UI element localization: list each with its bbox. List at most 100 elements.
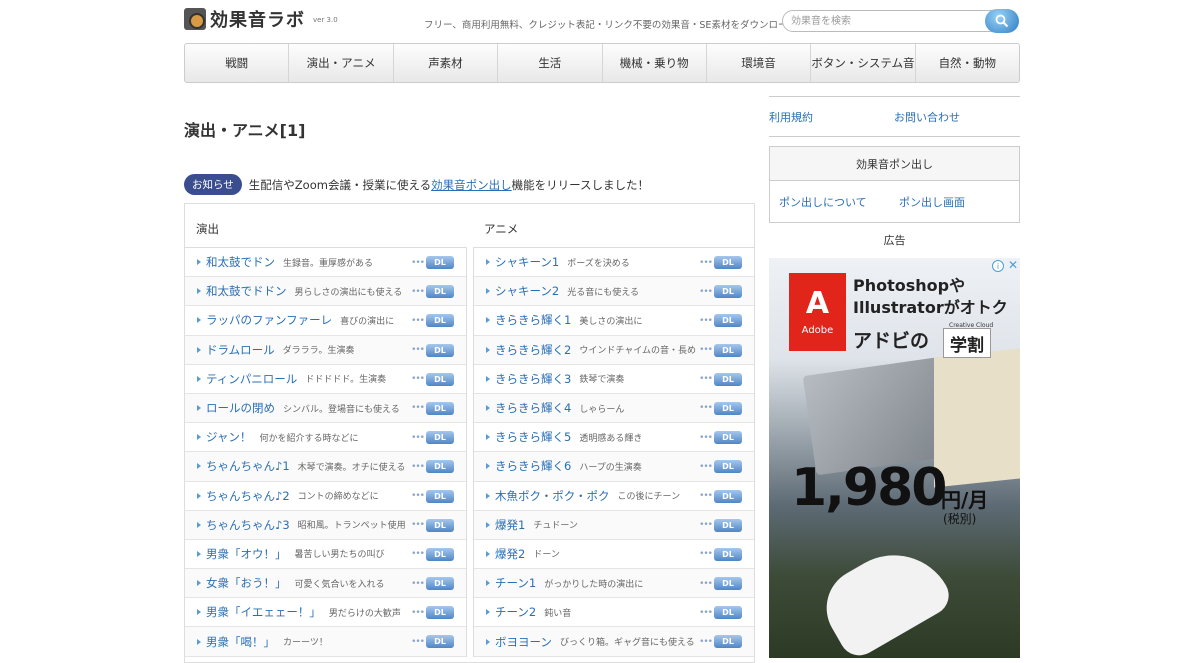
page-title: 演出・アニメ[1] — [184, 121, 306, 140]
download-button[interactable]: ••• DL — [411, 343, 454, 357]
ad-price-unit: 円/月 — [941, 488, 989, 512]
search-input[interactable] — [791, 11, 981, 31]
download-button[interactable]: ••• DL — [699, 547, 742, 561]
download-button[interactable]: ••• DL — [699, 285, 742, 299]
download-label: DL — [426, 431, 454, 445]
sound-name[interactable]: ちゃんちゃん♪2 — [206, 488, 290, 504]
sound-name[interactable]: きらきら輝く2 — [495, 342, 571, 358]
download-button[interactable]: ••• DL — [699, 460, 742, 474]
sound-name[interactable]: 男衆「イエェェー！」 — [206, 604, 321, 620]
download-button[interactable]: ••• DL — [411, 285, 454, 299]
dots-icon: ••• — [411, 607, 425, 618]
nav-item-battle[interactable]: 戦闘 — [185, 44, 290, 82]
ad-info-icon[interactable]: i — [992, 260, 1004, 272]
sound-row: きらきら輝く3 鉄琴で演奏 ••• DL — [474, 365, 754, 394]
nav-item-effects-anime[interactable]: 演出・アニメ — [289, 44, 394, 82]
logo-text: 効果音ラボ — [210, 10, 305, 31]
pon-about-link[interactable]: ポン出しについて — [779, 194, 899, 210]
sound-name[interactable]: きらきら輝く4 — [495, 400, 571, 416]
download-button[interactable]: ••• DL — [411, 431, 454, 445]
sound-name[interactable]: シャキーン2 — [495, 283, 559, 299]
sound-description: 木琴で演奏。オチに使える — [297, 462, 406, 473]
download-button[interactable]: ••• DL — [411, 460, 454, 474]
download-button[interactable]: ••• DL — [699, 343, 742, 357]
sound-name[interactable]: 男衆「喝！」 — [206, 634, 275, 650]
sound-name[interactable]: ちゃんちゃん♪1 — [206, 458, 290, 474]
sound-name[interactable]: きらきら輝く1 — [495, 312, 571, 328]
download-button[interactable]: ••• DL — [411, 372, 454, 386]
download-label: DL — [714, 518, 742, 532]
dots-icon: ••• — [699, 578, 713, 589]
sound-name[interactable]: きらきら輝く5 — [495, 429, 571, 445]
sound-name[interactable]: 和太鼓でドン — [206, 254, 275, 270]
sound-name[interactable]: きらきら輝く6 — [495, 458, 571, 474]
ad-shoe-image — [812, 533, 956, 658]
play-arrow-icon — [486, 346, 490, 353]
download-button[interactable]: ••• DL — [699, 635, 742, 649]
dots-icon: ••• — [699, 286, 713, 297]
sound-name[interactable]: きらきら輝く3 — [495, 371, 571, 387]
download-button[interactable]: ••• DL — [699, 314, 742, 328]
play-arrow-icon — [486, 521, 490, 528]
download-button[interactable]: ••• DL — [411, 489, 454, 503]
terms-link[interactable]: 利用規約 — [769, 109, 894, 125]
download-button[interactable]: ••• DL — [411, 401, 454, 415]
download-button[interactable]: ••• DL — [699, 577, 742, 591]
sound-name[interactable]: ちゃんちゃん♪3 — [206, 517, 290, 533]
download-button[interactable]: ••• DL — [411, 635, 454, 649]
notice-pon-link[interactable]: 効果音ポン出し — [431, 177, 512, 193]
download-label: DL — [714, 372, 742, 386]
download-button[interactable]: ••• DL — [411, 577, 454, 591]
sound-description: チュドーン — [533, 521, 578, 532]
download-button[interactable]: ••• DL — [411, 256, 454, 269]
sound-name[interactable]: チーン2 — [495, 604, 536, 620]
sound-name[interactable]: ジャン！ — [206, 429, 251, 445]
nav-item-life[interactable]: 生活 — [498, 44, 603, 82]
ad-banner[interactable]: A Adobe Photoshopや Illustratorがオトク アドビの … — [769, 258, 1020, 658]
sound-name[interactable]: ロールの閉め — [206, 400, 275, 416]
pon-screen-link[interactable]: ポン出し画面 — [899, 194, 1019, 210]
download-button[interactable]: ••• DL — [699, 256, 742, 269]
play-arrow-icon — [486, 434, 490, 441]
sound-row: きらきら輝く1 美しさの演出に ••• DL — [474, 306, 754, 336]
download-button[interactable]: ••• DL — [699, 372, 742, 386]
nav-item-nature[interactable]: 自然・動物 — [916, 44, 1019, 82]
sound-description: ドドドドド。生演奏 — [305, 375, 387, 386]
sound-name[interactable]: ティンパニロール — [206, 371, 297, 387]
sound-name[interactable]: シャキーン1 — [495, 254, 559, 270]
sound-name[interactable]: ドラムロール — [206, 342, 275, 358]
download-button[interactable]: ••• DL — [699, 606, 742, 620]
contact-link[interactable]: お問い合わせ — [894, 109, 1019, 125]
sound-name[interactable]: 爆発2 — [495, 546, 525, 562]
download-button[interactable]: ••• DL — [411, 547, 454, 561]
download-button[interactable]: ••• DL — [699, 401, 742, 415]
download-button[interactable]: ••• DL — [411, 518, 454, 532]
download-button[interactable]: ••• DL — [411, 314, 454, 328]
download-label: DL — [426, 285, 454, 299]
sound-name[interactable]: チーン1 — [495, 575, 536, 591]
sound-name[interactable]: 爆発1 — [495, 517, 525, 533]
sound-description: 喜びの演出に — [340, 316, 395, 327]
search-button[interactable] — [985, 9, 1019, 33]
sound-name[interactable]: 木魚ポク・ポク・ポク — [495, 488, 610, 504]
nav-item-buttons-system[interactable]: ボタン・システム音 — [811, 44, 916, 82]
nav-item-machines[interactable]: 機械・乗り物 — [603, 44, 707, 82]
download-button[interactable]: ••• DL — [411, 606, 454, 620]
sound-name[interactable]: ラッパのファンファーレ — [206, 312, 332, 328]
sound-name[interactable]: 女衆「おう！」 — [206, 575, 287, 591]
sound-name[interactable]: 和太鼓でドドン — [206, 283, 287, 299]
play-arrow-icon — [197, 346, 201, 353]
download-button[interactable]: ••• DL — [699, 518, 742, 532]
nav-item-ambient[interactable]: 環境音 — [707, 44, 812, 82]
site-logo[interactable]: 効果音ラボ ver 3.0 — [184, 7, 338, 31]
download-button[interactable]: ••• DL — [699, 431, 742, 445]
sound-name[interactable]: 男衆「オウ！」 — [206, 546, 287, 562]
sound-name[interactable]: ボヨヨーン — [495, 634, 552, 650]
sound-row: チーン2 鈍い音 ••• DL — [474, 598, 754, 628]
ad-close-icon[interactable]: ✕ — [1008, 258, 1018, 272]
dots-icon: ••• — [699, 491, 713, 501]
sound-row: 爆発1 チュドーン ••• DL — [474, 510, 754, 540]
download-button[interactable]: ••• DL — [699, 489, 742, 503]
play-arrow-icon — [486, 492, 490, 499]
nav-item-voice[interactable]: 声素材 — [394, 44, 499, 82]
